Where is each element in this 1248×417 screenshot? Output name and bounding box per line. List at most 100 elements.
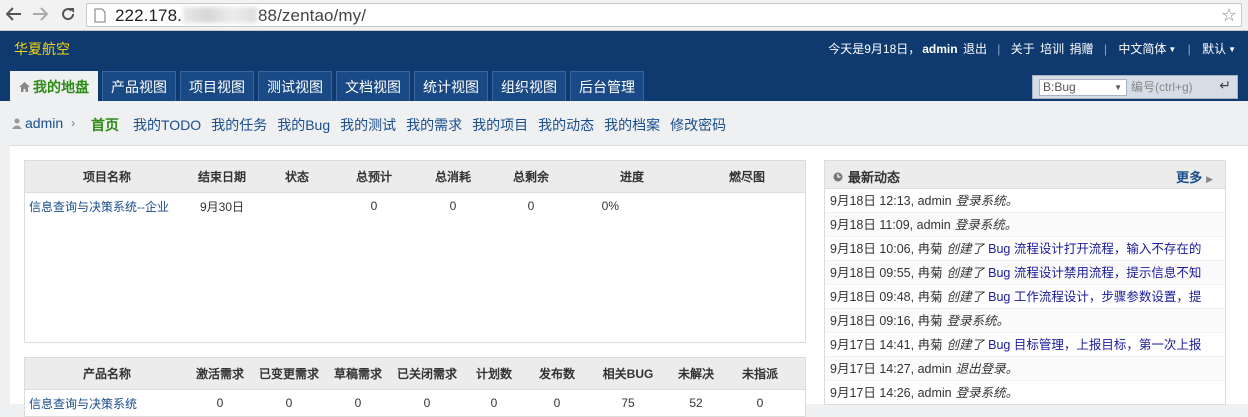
table-row: 信息查询与决策系统 0 0 0 0 0 0 75 52 0 <box>25 390 805 416</box>
theme-select[interactable]: 默认 ▼ <box>1201 42 1237 56</box>
col-closed-story: 已关闭需求 <box>396 367 457 381</box>
col-unresolved: 未解决 <box>677 367 714 381</box>
tab-company[interactable]: 组织视图 <box>492 71 566 101</box>
dynamic-object-link[interactable]: Bug 流程设计打开流程，输入不存在的 <box>988 242 1201 256</box>
subnav-bug[interactable]: 我的Bug <box>277 115 330 135</box>
page-icon <box>94 8 106 26</box>
donate-link[interactable]: 捐赠 <box>1069 42 1093 56</box>
tab-qa[interactable]: 测试视图 <box>258 71 332 101</box>
unassigned: 0 <box>756 396 764 410</box>
left: 0 <box>527 199 535 213</box>
subnav-links: 首页 我的TODO 我的任务 我的Bug 我的测试 我的需求 我的项目 我的动态… <box>91 115 736 135</box>
col-bugs: 相关BUG <box>602 367 654 381</box>
main-tabs: 我的地盘 产品视图 项目视图 测试视图 文档视图 统计视图 组织视图 后台管理 <box>10 71 648 101</box>
product-name-link[interactable]: 信息查询与决策系统 <box>25 395 189 412</box>
latest-dynamic-panel: 最新动态 更多 ▶ 9月18日 12:13, admin 登录系统。 9月18日 1… <box>824 160 1226 405</box>
col-product-name: 产品名称 <box>82 367 131 381</box>
enter-icon[interactable]: ↵ <box>1219 77 1231 94</box>
more-link[interactable]: 更多 ▶ <box>1176 167 1213 186</box>
list-item: 9月17日 14:27, admin 退出登录。 <box>825 357 1225 381</box>
current-user-link[interactable]: admin <box>922 42 957 56</box>
subnav-profile[interactable]: 我的档案 <box>604 115 660 135</box>
subnav-home[interactable]: 首页 <box>91 115 119 135</box>
subnav-user[interactable]: admin › <box>12 115 75 131</box>
tab-report[interactable]: 统计视图 <box>414 71 488 101</box>
subnav-password[interactable]: 修改密码 <box>670 115 726 135</box>
list-item: 9月18日 12:13, admin 登录系统。 <box>825 189 1225 213</box>
browser-toolbar: 222.178. 88/zentao/my/ ☆ <box>0 0 1248 31</box>
language-select[interactable]: 中文简体 ▼ <box>1117 42 1177 56</box>
list-item: 9月17日 14:41, 冉菊 创建了 Bug 目标管理，上报目标，第一次上报 <box>825 333 1225 357</box>
col-left: 总剩余 <box>512 170 549 184</box>
logout-link[interactable]: 退出 <box>963 42 987 56</box>
sub-nav: admin › 首页 我的TODO 我的任务 我的Bug 我的测试 我的需求 我… <box>0 101 1248 145</box>
col-burndown: 燃尽图 <box>728 170 765 184</box>
estimate: 0 <box>370 199 378 213</box>
about-link[interactable]: 关于 <box>1011 42 1035 56</box>
chevron-right-icon: › <box>71 116 76 130</box>
col-releases: 发布数 <box>538 367 575 381</box>
subnav-story[interactable]: 我的需求 <box>406 115 462 135</box>
dynamic-list: 9月18日 12:13, admin 登录系统。 9月18日 11:09, adm… <box>825 189 1225 404</box>
subnav-dynamic[interactable]: 我的动态 <box>538 115 594 135</box>
project-panel: 项目名称 结束日期 状态 总预计 总消耗 总剩余 进度 燃尽图 信息查询与决策系… <box>24 160 806 343</box>
caret-down-icon: ▼ <box>1114 83 1122 92</box>
subnav-testtask[interactable]: 我的测试 <box>340 115 396 135</box>
forward-icon[interactable] <box>29 3 51 25</box>
col-end-date: 结束日期 <box>197 170 246 184</box>
subnav-todo[interactable]: 我的TODO <box>133 115 201 135</box>
col-draft-story: 草稿需求 <box>333 367 382 381</box>
col-consumed: 总消耗 <box>434 170 471 184</box>
top-bar: 今天是9月18日， admin 退出 | 关于 培训 捐赠 | 中文简体 ▼ | 默… <box>828 42 1237 56</box>
releases: 0 <box>553 396 561 410</box>
tab-admin[interactable]: 后台管理 <box>570 71 644 101</box>
project-table-header: 项目名称 结束日期 状态 总预计 总消耗 总剩余 进度 燃尽图 <box>25 161 805 193</box>
plans: 0 <box>490 396 498 410</box>
dynamic-object-link[interactable]: Bug 流程设计禁用流程，提示信息不知 <box>988 266 1201 280</box>
product-panel: 产品名称 激活需求 已变更需求 草稿需求 已关闭需求 计划数 发布数 相关BUG… <box>24 357 806 417</box>
back-icon[interactable] <box>3 3 25 25</box>
subnav-project[interactable]: 我的项目 <box>472 115 528 135</box>
reload-icon[interactable] <box>57 3 79 25</box>
tab-my[interactable]: 我的地盘 <box>10 71 98 101</box>
col-estimate: 总预计 <box>355 170 392 184</box>
col-active-story: 激活需求 <box>195 367 244 381</box>
caret-down-icon: ▼ <box>1228 45 1236 54</box>
bookmark-star-icon[interactable]: ☆ <box>1221 5 1237 26</box>
list-item: 9月18日 09:16, 冉菊 登录系统。 <box>825 309 1225 333</box>
product-table-header: 产品名称 激活需求 已变更需求 草稿需求 已关闭需求 计划数 发布数 相关BUG… <box>25 358 805 390</box>
list-item: 9月18日 09:55, 冉菊 创建了 Bug 流程设计禁用流程，提示信息不知 <box>825 261 1225 285</box>
home-icon <box>19 72 30 102</box>
consumed: 0 <box>449 199 457 213</box>
training-link[interactable]: 培训 <box>1040 42 1064 56</box>
dynamic-object-link[interactable]: Bug 工作流程设计，步骤参数设置，提 <box>988 290 1201 304</box>
tab-doc[interactable]: 文档视图 <box>336 71 410 101</box>
tab-project[interactable]: 项目视图 <box>180 71 254 101</box>
tab-product[interactable]: 产品视图 <box>102 71 176 101</box>
list-item: 9月18日 10:06, 冉菊 创建了 Bug 流程设计打开流程，输入不存在的 <box>825 237 1225 261</box>
date-text: 今天是9月18日， <box>828 42 921 56</box>
address-bar[interactable]: 222.178. 88/zentao/my/ ☆ <box>86 3 1242 27</box>
end-date: 9月30日 <box>199 199 245 214</box>
col-project-name: 项目名称 <box>82 170 131 184</box>
col-progress: 进度 <box>619 170 644 184</box>
changed-story: 0 <box>285 396 293 410</box>
progress: 0% <box>601 199 619 213</box>
subnav-task[interactable]: 我的任务 <box>211 115 267 135</box>
project-name-link[interactable]: 信息查询与决策系统--企业 <box>25 198 189 215</box>
closed-story: 0 <box>423 396 431 410</box>
bugs: 75 <box>621 396 635 410</box>
dynamic-object-link[interactable]: Bug 目标管理，上报目标，第一次上报 <box>988 338 1201 352</box>
list-item: 9月18日 11:09, admin 登录系统。 <box>825 213 1225 237</box>
brand-name: 华夏航空 <box>14 41 70 57</box>
draft-story: 0 <box>354 396 362 410</box>
url-text: 222.178. 88/zentao/my/ <box>115 6 367 25</box>
user-icon <box>12 118 22 129</box>
unresolved: 52 <box>689 396 703 410</box>
dynamic-title: 最新动态 <box>833 167 900 186</box>
clock-icon <box>833 172 843 181</box>
search-input[interactable]: 编号(ctrl+g) <box>1131 79 1211 96</box>
quick-search: B:Bug ▼ 编号(ctrl+g) ↵ <box>1032 75 1238 99</box>
search-type-select[interactable]: B:Bug ▼ <box>1039 79 1127 96</box>
list-item: 9月18日 09:48, 冉菊 创建了 Bug 工作流程设计，步骤参数设置，提 <box>825 285 1225 309</box>
